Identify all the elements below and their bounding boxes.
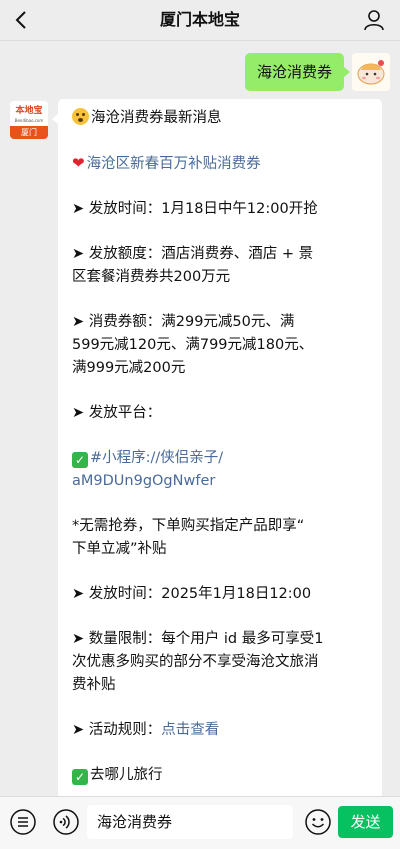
release-time-2-text: ➤ 发放时间：2025年1月18日12:00 [72,586,312,602]
input-bar: 海沧消费券 发送 [0,796,400,849]
surprised-face-emoji-icon [72,108,89,125]
message-headline-line: 海沧消费券最新消息 [72,107,372,130]
top-bar: 厦门本地宝 [0,0,400,41]
no-grab-note-line2: 下单立减”补贴 [72,541,167,557]
coupon-value-line1: ➤ 消费券额：满299元减50元、满 [72,314,295,330]
quantity-limit-line1: ➤ 数量限制：每个用户 id 最多可享受1 [72,631,324,647]
amount-text-line2: 区套餐消费券共200万元 [72,269,231,285]
incoming-message-bubble[interactable]: 海沧消费券最新消息 ❤ 海沧区新春百万补贴消费券 ➤ 发放时间：1月18日中午12… [52,99,382,796]
bendibao-logo: 本地宝 [15,106,43,116]
coupon-value-line3: 满999元减200元 [72,360,186,376]
official-account-avatar[interactable]: 本地宝 Bendibao.com 厦门 [10,101,48,139]
quantity-limit-line3: 费补贴 [72,677,116,693]
green-check-emoji-icon: ✓ [72,769,88,785]
voice-input-icon[interactable] [52,808,80,836]
red-heart-emoji-icon: ❤ [72,154,85,172]
green-check-emoji-icon: ✓ [72,452,88,468]
no-grab-note-line1: *无需抢券，下单购买指定产品即享“ [72,518,305,534]
amount-text-line1: ➤ 发放额度：酒店消费券、酒店 + 景 [72,246,314,262]
message-subheadline-line: ❤ 海沧区新春百万补贴消费券 [72,152,372,176]
message-input[interactable]: 海沧消费券 [87,805,293,839]
list-menu-icon[interactable] [9,808,37,836]
emoji-icon[interactable] [304,808,332,836]
platform-text: ➤ 发放平台： [72,405,162,421]
qunar-line: ✓ 去哪儿旅行 [72,764,372,787]
rules-label: ➤ 活动规则： [72,722,162,738]
qunar-text: 去哪儿旅行 [90,767,163,783]
send-button[interactable]: 发送 [338,806,393,838]
message-headline: 海沧消费券最新消息 [91,110,222,126]
rules-view-link[interactable]: 点击查看 [161,722,219,738]
coupon-value-line2: 599元减120元、满799元减180元、 [72,337,314,353]
outgoing-message-bubble[interactable]: 海沧消费券 [244,53,351,91]
release-time-text: ➤ 发放时间：1月18日中午12:00开抢 [72,201,318,217]
message-subheadline: 海沧区新春百万补贴消费券 [86,156,261,172]
mini-program-link[interactable]: #小程序://侠侣亲子/ [90,450,223,466]
user-profile-icon[interactable] [362,8,386,32]
mini-program-link-line1[interactable]: ✓ #小程序://侠侣亲子/ [72,447,372,470]
rules-line: ➤ 活动规则：点击查看 [72,719,372,742]
my-avatar[interactable] [352,53,390,91]
quantity-limit-line2: 次优惠多购买的部分不享受海沧文旅消 [72,654,319,670]
mini-program-link-line2[interactable]: aM9DUn9gOgNwfer [72,470,372,493]
bendibao-url: Bendibao.com [14,118,44,123]
avatar-city-label: 厦门 [10,126,48,139]
cartoon-avatar-icon [352,53,390,91]
chat-area[interactable]: 海沧消费券 本地宝 Bendibao.com 厦门 海沧消费券最新消息 ❤ 海沧… [0,41,400,796]
chat-title: 厦门本地宝 [159,10,240,29]
